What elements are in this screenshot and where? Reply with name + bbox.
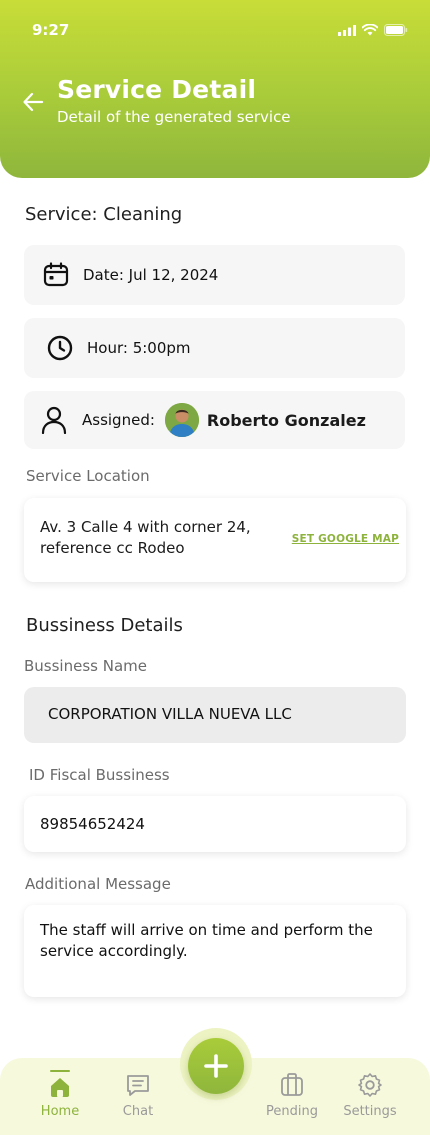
clock-icon <box>47 335 73 361</box>
add-button[interactable] <box>188 1038 244 1094</box>
user-icon <box>41 406 67 434</box>
active-indicator <box>50 1070 70 1072</box>
business-heading: Bussiness Details <box>26 615 183 636</box>
nav-pending[interactable]: Pending <box>262 1072 322 1119</box>
chat-icon <box>127 1075 149 1096</box>
assigned-label: Assigned: <box>82 411 155 429</box>
service-title: Service: Cleaning <box>25 204 183 225</box>
nav-pending-label: Pending <box>266 1104 318 1119</box>
status-icons <box>338 24 408 36</box>
battery-icon <box>384 24 408 36</box>
fiscal-id-field[interactable]: 89854652424 <box>24 796 406 852</box>
gear-icon <box>358 1073 382 1097</box>
location-address: Av. 3 Calle 4 with corner 24, reference … <box>40 518 251 557</box>
additional-message-value: The staff will arrive on time and perfor… <box>40 921 373 960</box>
location-label: Service Location <box>26 467 150 485</box>
status-bar: 9:27 <box>0 0 430 56</box>
wifi-icon <box>362 24 378 36</box>
signal-icon <box>338 24 356 36</box>
calendar-icon <box>43 262 69 287</box>
nav-home-label: Home <box>40 1104 80 1119</box>
home-icon <box>51 1078 69 1097</box>
hour-card: Hour: 5:00pm <box>24 318 405 378</box>
plus-icon <box>204 1054 228 1078</box>
business-name-value: CORPORATION VILLA NUEVA LLC <box>48 705 292 723</box>
additional-message-field[interactable]: The staff will arrive on time and perfor… <box>24 905 406 997</box>
fiscal-id-label: ID Fiscal Bussiness <box>29 766 170 784</box>
page-subtitle: Detail of the generated service <box>57 108 291 126</box>
briefcase-icon <box>281 1073 303 1096</box>
nav-chat-label: Chat <box>122 1104 154 1119</box>
set-google-map-link[interactable]: SET GOOGLE MAP <box>292 533 399 545</box>
status-time: 9:27 <box>32 21 70 39</box>
fiscal-id-value: 89854652424 <box>40 815 145 833</box>
additional-message-label: Additional Message <box>25 875 171 893</box>
assignee-name: Roberto Gonzalez <box>206 410 366 430</box>
business-name-field[interactable]: CORPORATION VILLA NUEVA LLC <box>24 687 406 743</box>
nav-settings[interactable]: Settings <box>340 1072 400 1119</box>
header: 9:27 Service Detail Detail of the genera <box>0 0 430 178</box>
assigned-card: Assigned: Roberto Gonzalez <box>24 391 405 449</box>
nav-settings-label: Settings <box>343 1104 397 1119</box>
service-hour: Hour: 5:00pm <box>87 339 191 357</box>
back-arrow-icon[interactable] <box>22 91 44 113</box>
business-name-label: Bussiness Name <box>24 657 147 675</box>
location-card: Av. 3 Calle 4 with corner 24, reference … <box>24 498 406 582</box>
date-card: Date: Jul 12, 2024 <box>24 245 405 305</box>
nav-chat[interactable]: Chat <box>114 1072 162 1119</box>
page-title: Service Detail <box>57 75 257 104</box>
nav-home[interactable]: Home <box>36 1070 84 1119</box>
service-date: Date: Jul 12, 2024 <box>83 266 219 284</box>
avatar <box>164 403 199 437</box>
